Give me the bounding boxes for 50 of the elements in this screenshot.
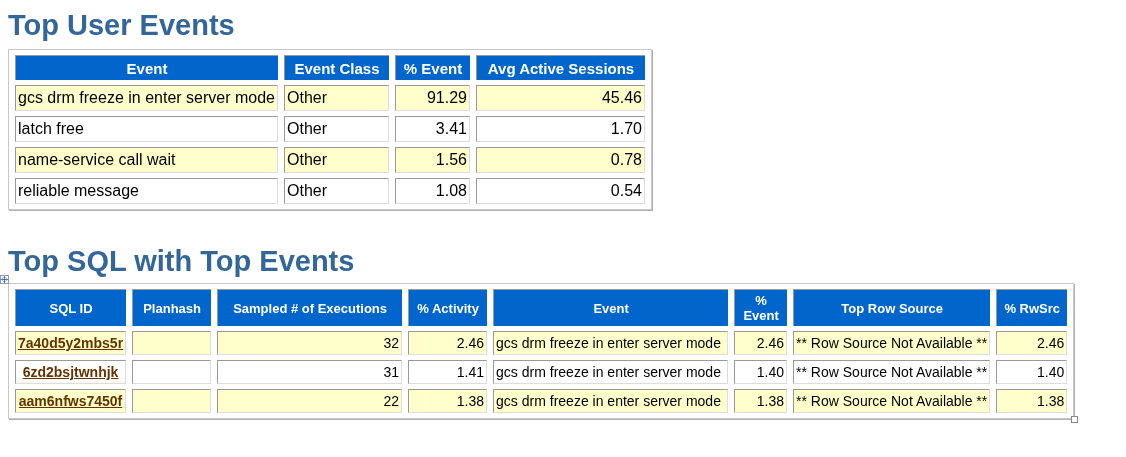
table-cell: latch free: [15, 116, 278, 142]
table-cell: 0.78: [476, 147, 645, 173]
table-cell: reliable message: [15, 178, 278, 204]
table-cell: 1.40: [996, 360, 1068, 384]
move-handle-icon[interactable]: [0, 275, 9, 284]
column-header: % Event: [734, 289, 788, 326]
table-cell: 2.46: [734, 331, 788, 355]
section-title: Top SQL with Top Events: [8, 244, 356, 278]
table-cell: ** Row Source Not Available **: [793, 389, 991, 413]
column-header: SQL ID: [15, 289, 127, 326]
table-cell: Other: [284, 85, 389, 111]
table-cell: 1.56: [395, 147, 470, 173]
table-cell: ** Row Source Not Available **: [793, 331, 991, 355]
table-cell: 91.29: [395, 85, 470, 111]
table-cell: 45.46: [476, 85, 645, 111]
table-cell: 2.46: [408, 331, 488, 355]
resize-handle-icon[interactable]: [1071, 416, 1079, 423]
table-cell: 1.40: [734, 360, 788, 384]
table-cell: ** Row Source Not Available **: [793, 360, 991, 384]
table-cell: 31: [217, 360, 403, 384]
table-cell: gcs drm freeze in enter server mode: [493, 389, 729, 413]
column-header: Event: [15, 55, 278, 80]
column-header: Sampled # of Executions: [217, 289, 403, 326]
table-cell: Other: [284, 116, 389, 142]
table-cell: gcs drm freeze in enter server mode: [493, 331, 729, 355]
column-header: Event: [493, 289, 729, 326]
table-cell: Other: [284, 178, 389, 204]
table-cell: 0.54: [476, 178, 645, 204]
table-cell: 1.38: [408, 389, 488, 413]
table-cell: 22: [217, 389, 403, 413]
table-cell: gcs drm freeze in enter server mode: [493, 360, 729, 384]
section-title: Top User Events: [8, 8, 236, 42]
table-cell: 2.46: [996, 331, 1068, 355]
table-cell: 32: [217, 331, 403, 355]
table-cell: 1.08: [395, 178, 470, 204]
table-cell: name-service call wait: [15, 147, 278, 173]
column-header: Avg Active Sessions: [476, 55, 645, 80]
column-header: Event Class: [284, 55, 389, 80]
table-cell: 1.41: [408, 360, 488, 384]
column-header: Top Row Source: [793, 289, 991, 326]
table-cell: Other: [284, 147, 389, 173]
table-cell: 1.70: [476, 116, 645, 142]
column-header: % Event: [395, 55, 470, 80]
table-cell: 1.38: [734, 389, 788, 413]
table-cell: gcs drm freeze in enter server mode: [15, 85, 278, 111]
column-header: % Activity: [408, 289, 488, 326]
column-header: Planhash: [132, 289, 212, 326]
table-cell: 1.38: [996, 389, 1068, 413]
table-cell: 3.41: [395, 116, 470, 142]
column-header: % RwSrc: [996, 289, 1068, 326]
